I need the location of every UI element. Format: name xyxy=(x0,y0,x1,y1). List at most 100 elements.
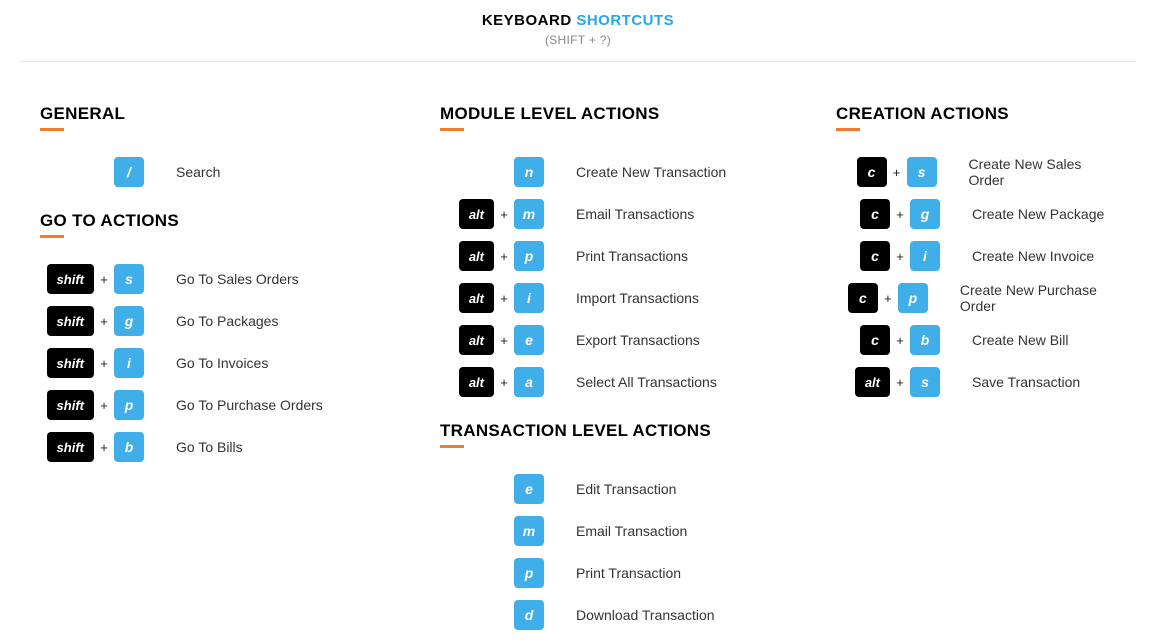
key-g: g xyxy=(910,199,940,229)
plus-separator: + xyxy=(890,249,910,264)
shortcut-row: c+gCreate New Package xyxy=(836,193,1116,235)
key-combo: shift+p xyxy=(40,390,144,420)
plus-separator: + xyxy=(94,440,114,455)
key-c: c xyxy=(860,199,890,229)
section-underline xyxy=(440,128,464,131)
plus-separator: + xyxy=(94,356,114,371)
key-c: c xyxy=(860,241,890,271)
key-slash: / xyxy=(114,157,144,187)
key-e: e xyxy=(514,474,544,504)
key-i: i xyxy=(114,348,144,378)
key-s: s xyxy=(910,367,940,397)
key-combo: shift+s xyxy=(40,264,144,294)
key-shift: shift xyxy=(47,390,94,420)
key-combo: alt+e xyxy=(440,325,544,355)
key-n: n xyxy=(514,157,544,187)
section-title: GENERAL xyxy=(40,104,400,124)
plus-separator: + xyxy=(878,291,898,306)
key-combo: alt+a xyxy=(440,367,544,397)
key-alt: alt xyxy=(459,367,494,397)
shortcut-row: alt+iImport Transactions xyxy=(440,277,796,319)
section-underline xyxy=(40,128,64,131)
shortcut-row: shift+bGo To Bills xyxy=(40,426,400,468)
plus-separator: + xyxy=(890,375,910,390)
shortcut-description: Search xyxy=(144,164,220,180)
key-d: d xyxy=(514,600,544,630)
plus-separator: + xyxy=(94,272,114,287)
plus-separator: + xyxy=(494,333,514,348)
key-c: c xyxy=(857,157,887,187)
section-title: GO TO ACTIONS xyxy=(40,211,400,231)
shortcut-row: nCreate New Transaction xyxy=(440,151,796,193)
shortcut-row: c+sCreate New Sales Order xyxy=(836,151,1116,193)
key-b: b xyxy=(910,325,940,355)
shortcut-row: pPrint Transaction xyxy=(440,552,796,594)
shortcut-description: Go To Sales Orders xyxy=(144,271,299,287)
key-alt: alt xyxy=(855,367,890,397)
key-alt: alt xyxy=(459,325,494,355)
plus-separator: + xyxy=(494,291,514,306)
shortcut-description: Save Transaction xyxy=(940,374,1080,390)
column-middle: MODULE LEVEL ACTIONSnCreate New Transact… xyxy=(420,86,816,636)
section-transaction: TRANSACTION LEVEL ACTIONS eEdit Transacti… xyxy=(440,421,796,636)
shortcut-row: c+bCreate New Bill xyxy=(836,319,1116,361)
shortcut-row: alt+sSave Transaction xyxy=(836,361,1116,403)
key-c: c xyxy=(848,283,878,313)
shortcut-row: c+iCreate New Invoice xyxy=(836,235,1116,277)
shortcut-row: c+pCreate New Purchase Order xyxy=(836,277,1116,319)
plus-separator: + xyxy=(494,207,514,222)
key-p: p xyxy=(898,283,928,313)
section-goto: GO TO ACTIONS shift+sGo To Sales Orders sh… xyxy=(40,211,400,468)
key-alt: alt xyxy=(459,283,494,313)
key-combo: shift+b xyxy=(40,432,144,462)
key-m: m xyxy=(514,199,544,229)
shortcut-row: alt+aSelect All Transactions xyxy=(440,361,796,403)
key-s: s xyxy=(907,157,937,187)
plus-separator: + xyxy=(890,333,910,348)
column-right: CREATION ACTIONSc+sCreate New Sales Orde… xyxy=(816,86,1136,636)
shortcut-row: shift+gGo To Packages xyxy=(40,300,400,342)
shortcut-row: alt+mEmail Transactions xyxy=(440,193,796,235)
section-underline xyxy=(40,235,64,238)
key-i: i xyxy=(514,283,544,313)
key-combo: shift+i xyxy=(40,348,144,378)
plus-separator: + xyxy=(94,398,114,413)
key-combo: c+b xyxy=(836,325,940,355)
shortcut-row: mEmail Transaction xyxy=(440,510,796,552)
shortcut-description: Edit Transaction xyxy=(544,481,676,497)
plus-separator: + xyxy=(890,207,910,222)
shortcut-description: Create New Transaction xyxy=(544,164,726,180)
key-combo: shift+g xyxy=(40,306,144,336)
key-p: p xyxy=(114,390,144,420)
shortcut-description: Download Transaction xyxy=(544,607,715,623)
shortcut-row: /Search xyxy=(40,151,400,193)
shortcut-description: Create New Bill xyxy=(940,332,1068,348)
shortcut-description: Create New Package xyxy=(940,206,1104,222)
key-combo: / xyxy=(40,157,144,187)
key-combo: alt+m xyxy=(440,199,544,229)
shortcut-description: Create New Invoice xyxy=(940,248,1094,264)
key-m: m xyxy=(514,516,544,546)
key-combo: e xyxy=(440,474,544,504)
key-c: c xyxy=(860,325,890,355)
key-shift: shift xyxy=(47,348,94,378)
key-combo: c+s xyxy=(836,157,937,187)
key-e: e xyxy=(514,325,544,355)
shortcut-description: Go To Bills xyxy=(144,439,243,455)
key-i: i xyxy=(910,241,940,271)
shortcut-row: dDownload Transaction xyxy=(440,594,796,636)
section-module: MODULE LEVEL ACTIONSnCreate New Transact… xyxy=(440,104,796,403)
shortcut-description: Print Transaction xyxy=(544,565,681,581)
section-underline xyxy=(440,445,464,448)
page-title: KEYBOARD SHORTCUTS xyxy=(20,12,1136,29)
key-b: b xyxy=(114,432,144,462)
section-title: TRANSACTION LEVEL ACTIONS xyxy=(440,421,796,441)
column-left: GENERAL/Search GO TO ACTIONSshift+sGo To… xyxy=(20,86,420,636)
shortcut-row: alt+pPrint Transactions xyxy=(440,235,796,277)
key-combo: alt+i xyxy=(440,283,544,313)
title-part-a: KEYBOARD xyxy=(482,12,572,29)
key-g: g xyxy=(114,306,144,336)
shortcut-description: Email Transaction xyxy=(544,523,687,539)
section-underline xyxy=(836,128,860,131)
shortcut-row: eEdit Transaction xyxy=(440,468,796,510)
